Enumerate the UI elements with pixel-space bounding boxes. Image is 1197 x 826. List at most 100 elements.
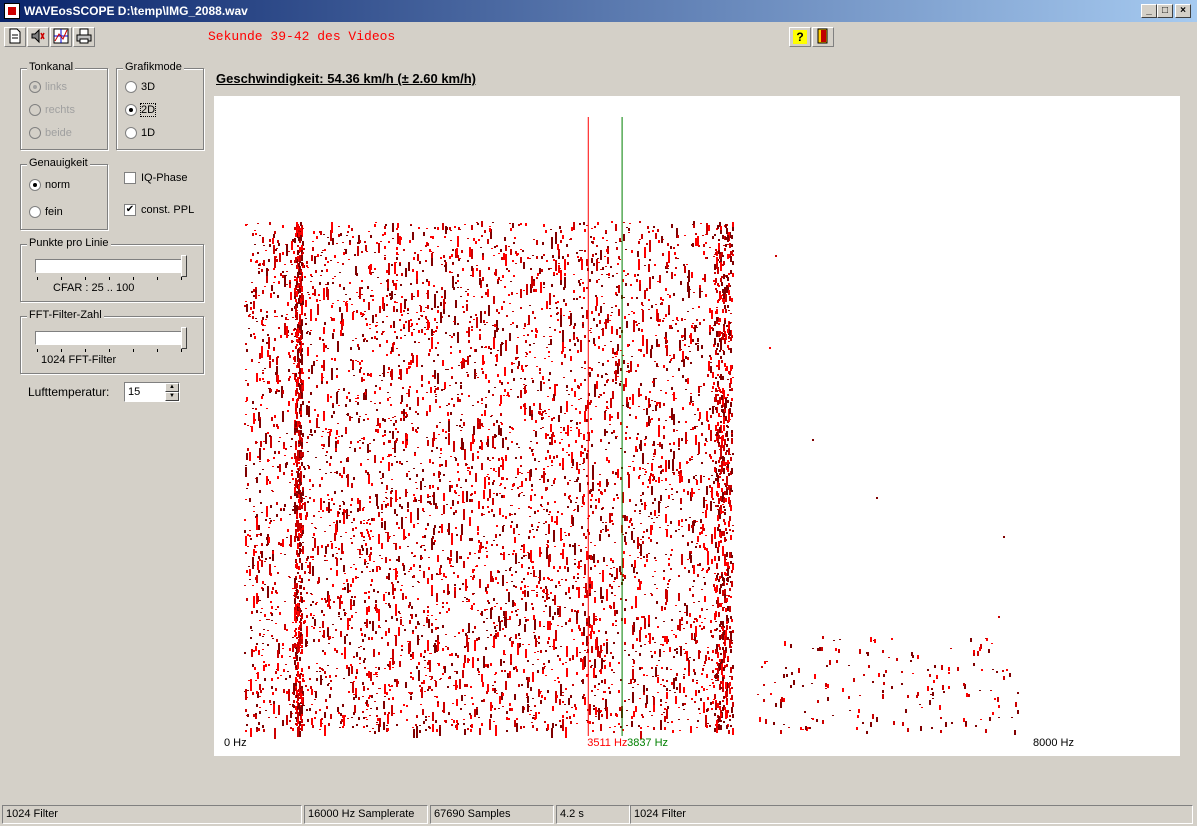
spectrogram-dot — [544, 410, 546, 412]
spectrogram-dot — [633, 660, 635, 664]
spectrogram-dot — [522, 591, 524, 594]
spectrogram-dot — [355, 612, 357, 613]
spectrogram-dot — [663, 712, 665, 713]
radio-rechts[interactable]: rechts — [29, 104, 75, 117]
spectrogram-dot — [542, 376, 544, 380]
spectrogram-dot — [584, 650, 586, 651]
spectrogram-dot — [273, 424, 275, 427]
spectrogram-dot — [413, 329, 415, 330]
spectrogram-dot — [536, 240, 538, 245]
audio-button[interactable] — [27, 27, 49, 47]
spectrogram-dot — [631, 356, 633, 357]
spectrogram-dot — [568, 454, 570, 456]
spectrogram-dot — [658, 477, 660, 483]
spectrogram-dot — [557, 570, 559, 572]
spectrogram-dot — [576, 647, 578, 657]
help-button[interactable]: ? — [789, 27, 811, 47]
spectrogram-dot — [549, 372, 551, 375]
app-icon[interactable] — [4, 3, 20, 19]
spectrogram-dot — [480, 440, 482, 442]
graph-button[interactable] — [50, 27, 72, 47]
iq-phase-checkbox[interactable]: IQ-Phase — [124, 172, 187, 185]
spectrogram-dot — [554, 546, 556, 547]
spectrogram-dot — [584, 697, 586, 705]
spectrogram-dot — [521, 564, 523, 568]
maximize-button[interactable]: □ — [1157, 4, 1173, 18]
spectrogram-dot — [330, 456, 332, 459]
spectrogram-dot — [269, 522, 271, 524]
spectrogram-dot — [427, 668, 429, 669]
fft-slider-track[interactable] — [35, 331, 187, 345]
spectrogram-dot — [505, 245, 507, 251]
radio-fein[interactable]: fein — [29, 206, 63, 219]
close-button[interactable]: × — [1175, 4, 1191, 18]
radio-label: 1D — [141, 127, 156, 139]
spectrogram-dot — [580, 257, 582, 260]
radio-2d[interactable]: 2D — [125, 103, 157, 117]
spectrogram-dot — [694, 672, 696, 675]
spectrogram-dot — [410, 512, 412, 523]
minimize-button[interactable]: _ — [1141, 4, 1157, 18]
spectrogram-dot — [450, 507, 452, 509]
spectrogram-dot — [263, 381, 265, 382]
spectrogram-dot — [533, 590, 535, 591]
radio-beide[interactable]: beide — [29, 127, 72, 140]
spectrogram-dot — [507, 392, 509, 395]
spectrogram-dot — [286, 433, 288, 434]
spectrogram-dot — [363, 660, 365, 663]
spectrogram-dot — [614, 483, 616, 485]
spectrogram-dot — [500, 422, 502, 423]
spectrogram-dot — [535, 289, 537, 292]
spectrogram-dot — [291, 333, 293, 335]
spectrogram-dot — [362, 442, 364, 444]
punkte-slider-thumb[interactable] — [181, 255, 187, 277]
radio-norm[interactable]: norm — [29, 179, 70, 192]
spectrogram-dot — [245, 465, 247, 466]
punkte-slider-track[interactable] — [35, 259, 187, 273]
radio-1d[interactable]: 1D — [125, 127, 156, 140]
spectrogram-dot — [643, 556, 645, 558]
spectrogram-dot — [703, 702, 705, 713]
spectrogram-dot — [479, 329, 481, 331]
spectrogram-dot — [656, 364, 658, 367]
spectrogram-dot — [467, 658, 469, 663]
spectrogram-plot[interactable]: 0 Hz 3511 Hz 3837 Hz 8000 Hz — [214, 96, 1180, 756]
spectrogram-dot — [595, 618, 597, 621]
spectrogram-dot — [400, 303, 402, 313]
const-ppl-checkbox[interactable]: ✔ const. PPL — [124, 204, 194, 217]
spectrogram-dot — [277, 295, 279, 298]
new-file-button[interactable] — [4, 27, 26, 47]
spectrogram-dot — [371, 518, 373, 521]
spectrogram-dot — [673, 414, 675, 425]
spin-down-icon[interactable]: ▼ — [165, 392, 179, 401]
radio-3d[interactable]: 3D — [125, 81, 155, 94]
spectrogram-dot — [343, 583, 345, 584]
spectrogram-dot — [330, 317, 332, 318]
fft-slider-thumb[interactable] — [181, 327, 187, 349]
spin-up-icon[interactable]: ▲ — [165, 383, 179, 392]
spectrogram-dot — [605, 319, 607, 329]
radio-links[interactable]: links — [29, 81, 67, 94]
spectrogram-dot — [425, 316, 427, 319]
spectrogram-dot — [564, 532, 566, 533]
spectrogram-dot — [578, 625, 580, 629]
temperature-spinner[interactable]: 15 ▲ ▼ — [124, 382, 180, 402]
exit-button[interactable] — [812, 27, 834, 47]
spectrogram-dot — [658, 344, 660, 347]
spectrogram-dot — [597, 258, 599, 259]
spectrogram-dot — [543, 224, 545, 227]
spectrogram-dot — [471, 266, 473, 271]
spectrogram-dot — [362, 548, 364, 551]
spectrogram-dot — [520, 289, 522, 298]
spectrogram-dot — [313, 231, 315, 234]
spectrogram-dot — [379, 402, 381, 404]
print-button[interactable] — [73, 27, 95, 47]
spectrogram-dot — [595, 616, 597, 617]
spectrogram-dot — [679, 619, 681, 631]
spectrogram-dot — [361, 360, 363, 362]
spectrogram-dot — [672, 320, 674, 321]
spectrogram-dot — [575, 440, 577, 443]
spectrogram-dot — [275, 609, 277, 610]
spectrogram-dot — [586, 225, 588, 226]
spectrogram-dot — [437, 387, 439, 390]
